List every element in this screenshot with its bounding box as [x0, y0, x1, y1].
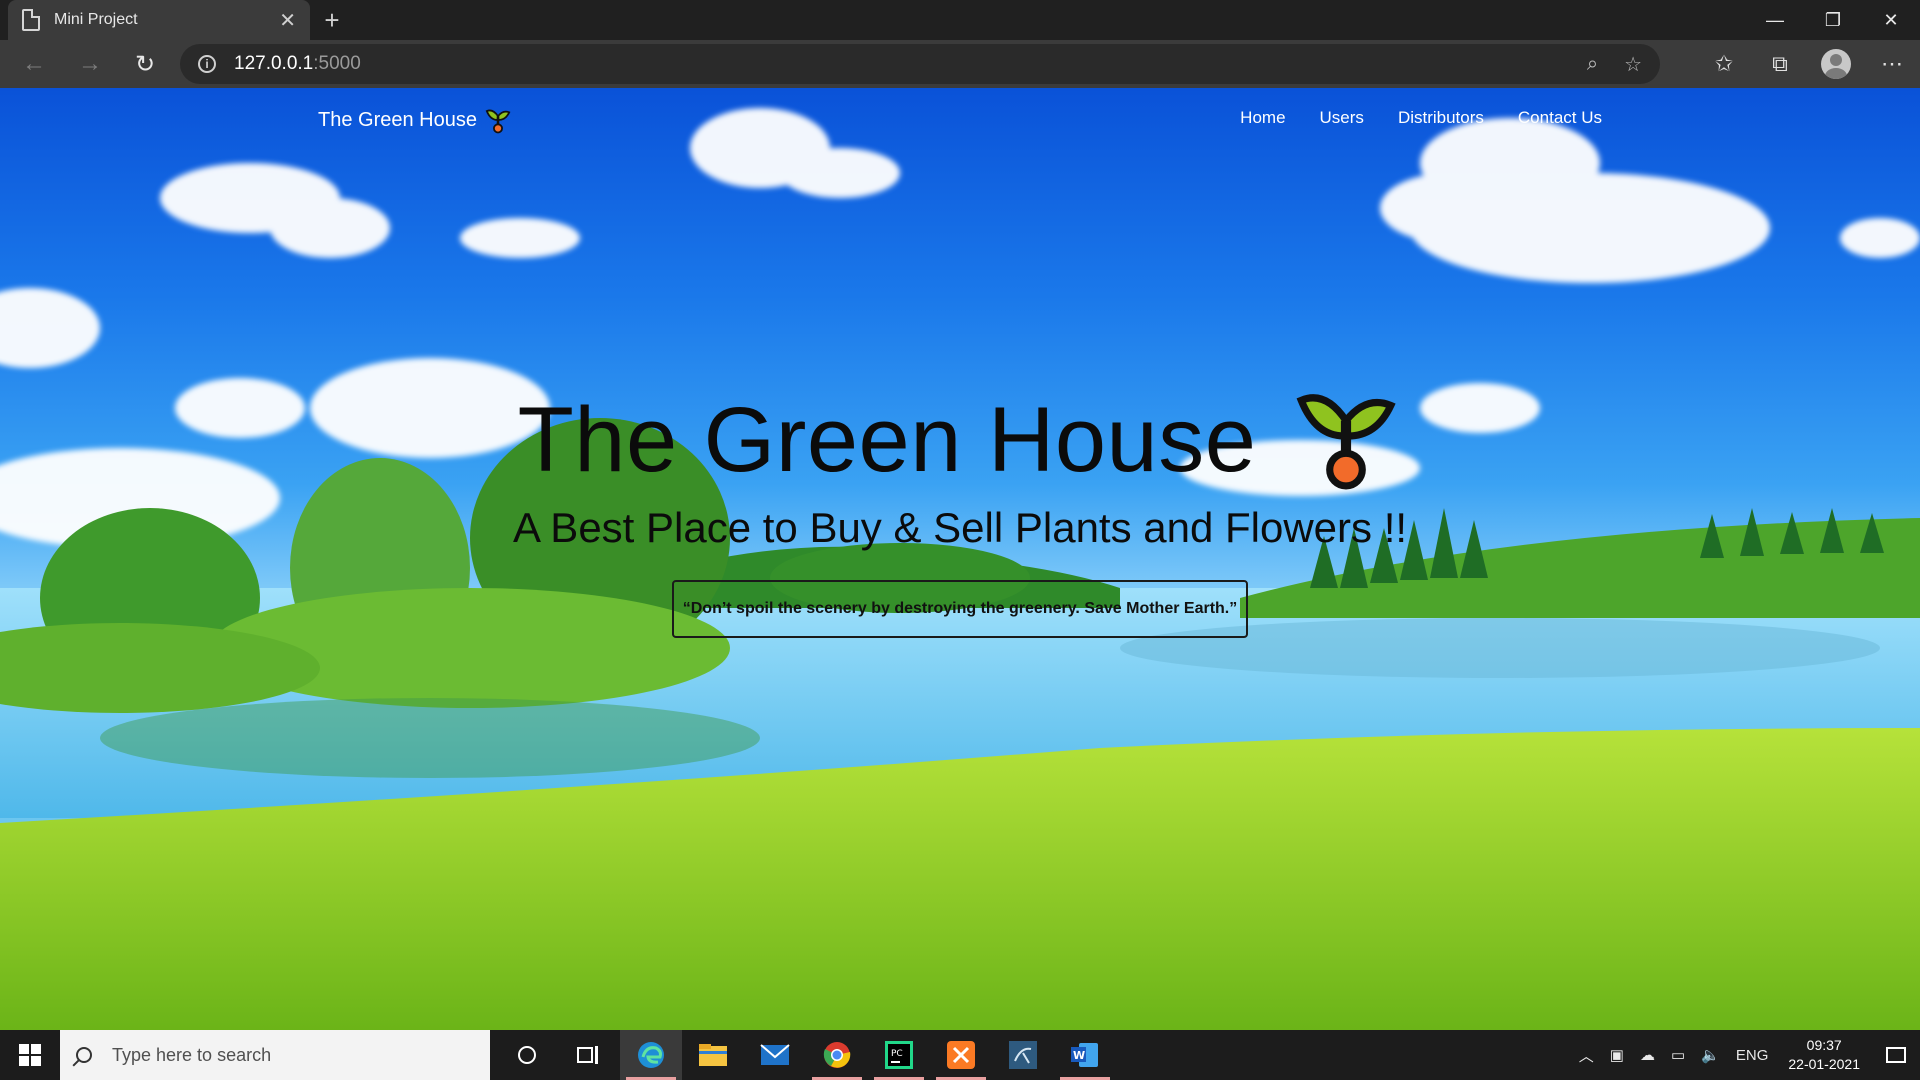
- page-icon: [22, 9, 40, 31]
- window-controls: — ❐ ✕: [1746, 0, 1920, 40]
- chrome-icon[interactable]: [806, 1030, 868, 1080]
- collections-icon[interactable]: ⧉: [1752, 51, 1808, 77]
- address-bar[interactable]: i 127.0.0.1 :5000 ⌕ ☆: [180, 44, 1660, 84]
- hero-section: The Green House A Best Place to Buy & Se…: [0, 388, 1920, 638]
- task-view-icon[interactable]: [558, 1030, 620, 1080]
- notifications-icon[interactable]: [1872, 1030, 1920, 1080]
- back-arrow-icon[interactable]: ←: [16, 46, 52, 82]
- address-bar-actions: ⌕ ☆: [1587, 44, 1642, 84]
- toolbar-icons: ✩ ⧉ ⋯: [1696, 40, 1920, 88]
- brand-link[interactable]: The Green House: [318, 106, 511, 134]
- tab-close-icon[interactable]: ✕: [279, 8, 296, 33]
- site-navbar: The Green House Home Users Distributors …: [0, 88, 1920, 148]
- quote-box: “Don’t spoil the scenery by destroying t…: [672, 580, 1248, 638]
- profile-button[interactable]: [1808, 49, 1864, 79]
- nav-distributors[interactable]: Distributors: [1398, 108, 1484, 128]
- forward-arrow-icon[interactable]: →: [72, 46, 108, 82]
- tab-title: Mini Project: [54, 11, 138, 28]
- xampp-icon[interactable]: [930, 1030, 992, 1080]
- clock[interactable]: 09:37 22-01-2021: [1788, 1036, 1860, 1074]
- onedrive-cloud-icon[interactable]: ☁: [1640, 1046, 1655, 1064]
- mail-icon[interactable]: [744, 1030, 806, 1080]
- hero-subtitle: A Best Place to Buy & Sell Plants and Fl…: [512, 504, 1408, 551]
- new-tab-button[interactable]: +: [316, 4, 348, 36]
- sprout-icon: [485, 109, 511, 134]
- sprout-icon: [1296, 394, 1396, 490]
- edge-browser-icon[interactable]: [620, 1030, 682, 1080]
- address-port: :5000: [313, 53, 361, 74]
- clock-date: 22-01-2021: [1788, 1056, 1860, 1072]
- volume-icon[interactable]: 🔈: [1701, 1046, 1720, 1064]
- mysql-workbench-icon[interactable]: [992, 1030, 1054, 1080]
- browser-tab[interactable]: Mini Project ✕: [8, 0, 310, 40]
- battery-icon[interactable]: ▭: [1671, 1046, 1685, 1064]
- svg-text:PC: PC: [891, 1049, 903, 1059]
- hero-title-row: The Green House: [0, 388, 1920, 492]
- cortana-icon[interactable]: [496, 1030, 558, 1080]
- avatar: [1821, 49, 1851, 79]
- minimize-button[interactable]: —: [1746, 0, 1804, 40]
- pycharm-icon[interactable]: PC: [868, 1030, 930, 1080]
- taskbar-apps: PC W: [496, 1030, 1116, 1080]
- browser-toolbar: ← → ↻ i 127.0.0.1 :5000 ⌕ ☆ ✩ ⧉ ⋯: [0, 40, 1920, 88]
- clock-time: 09:37: [1806, 1037, 1842, 1053]
- search-placeholder: Type here to search: [112, 1044, 272, 1065]
- file-explorer-icon[interactable]: [682, 1030, 744, 1080]
- info-icon[interactable]: i: [198, 55, 216, 73]
- windows-taskbar: Type here to search PC W ︿ ▣ ☁ ▭ 🔈 ENG 0…: [0, 1030, 1920, 1080]
- favorite-star-icon[interactable]: ☆: [1624, 52, 1642, 77]
- windows-logo-icon: [19, 1044, 41, 1066]
- browser-tab-bar: Mini Project ✕ + — ❐ ✕: [0, 0, 1920, 40]
- nav-users[interactable]: Users: [1320, 108, 1364, 128]
- page-viewport: The Green House Home Users Distributors …: [0, 88, 1920, 1030]
- refresh-icon[interactable]: ↻: [127, 46, 163, 82]
- more-options-icon[interactable]: ⋯: [1864, 51, 1920, 77]
- meet-now-icon[interactable]: ▣: [1610, 1046, 1624, 1064]
- address-host: 127.0.0.1: [234, 53, 314, 74]
- restore-button[interactable]: ❐: [1804, 0, 1862, 40]
- search-icon: [76, 1047, 92, 1063]
- favorites-icon[interactable]: ✩: [1696, 51, 1752, 77]
- start-button[interactable]: [0, 1030, 60, 1080]
- chevron-up-icon[interactable]: ︿: [1579, 1045, 1594, 1066]
- nav-links: Home Users Distributors Contact Us: [1240, 108, 1602, 128]
- brand-name: The Green House: [318, 108, 477, 131]
- close-button[interactable]: ✕: [1862, 0, 1920, 40]
- system-tray: ︿ ▣ ☁ ▭ 🔈 ENG 09:37 22-01-2021: [1571, 1030, 1920, 1080]
- nav-contact-us[interactable]: Contact Us: [1518, 108, 1602, 128]
- hero-title: The Green House: [517, 389, 1257, 491]
- language-indicator[interactable]: ENG: [1736, 1047, 1769, 1064]
- svg-text:W: W: [1073, 1049, 1085, 1062]
- word-icon[interactable]: W: [1054, 1030, 1116, 1080]
- nav-home[interactable]: Home: [1240, 108, 1285, 128]
- taskbar-search[interactable]: Type here to search: [60, 1030, 490, 1080]
- zoom-icon[interactable]: ⌕: [1587, 53, 1598, 76]
